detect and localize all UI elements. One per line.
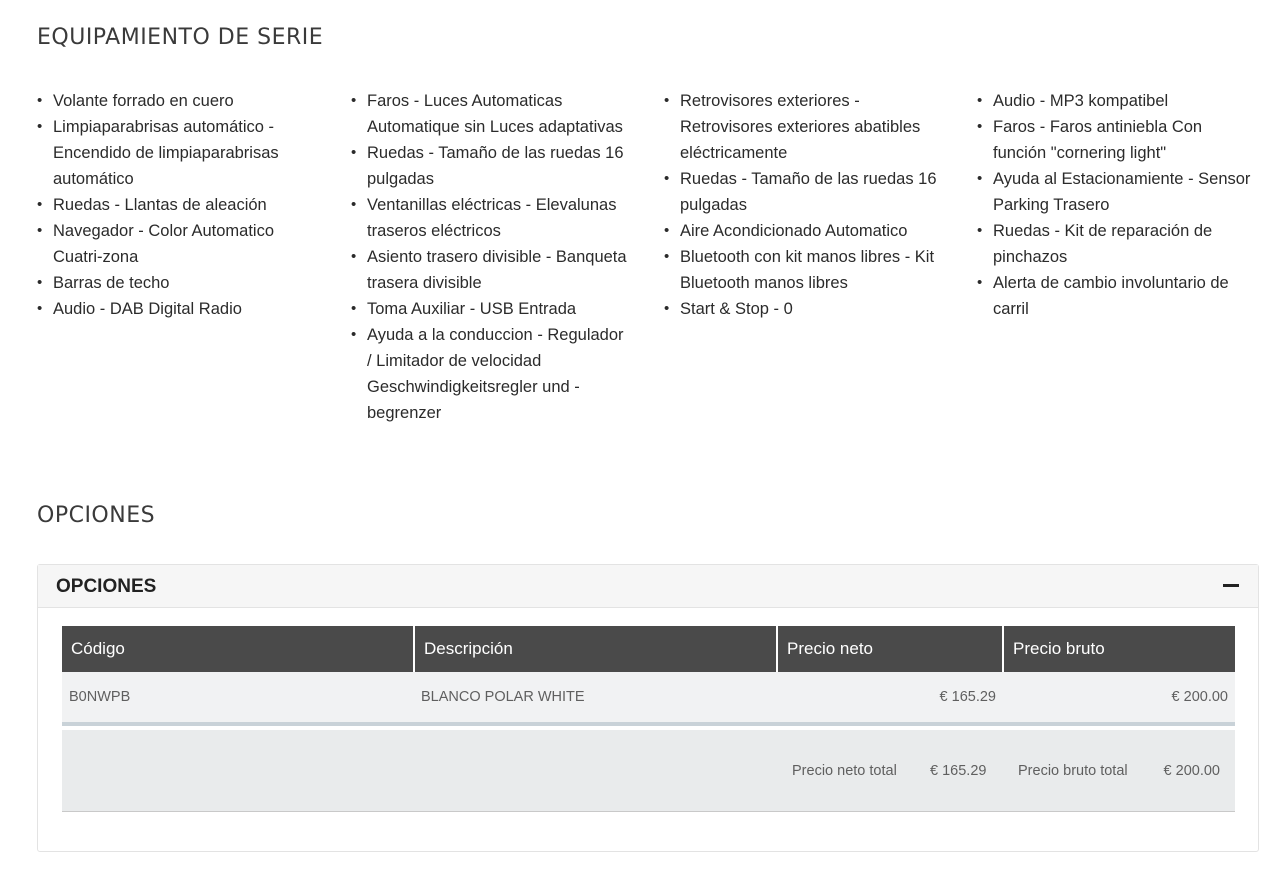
- column-header-code: Código: [62, 626, 415, 672]
- option-code: B0NWPB: [62, 672, 414, 726]
- net-total-value: € 165.29: [930, 763, 987, 779]
- table-header-row: Código Descripción Precio neto Precio br…: [62, 626, 1235, 672]
- gross-total-label: Precio bruto total: [1018, 763, 1128, 779]
- options-panel-title: OPCIONES: [56, 576, 157, 597]
- equipment-item: Ruedas - Llantas de aleación: [37, 192, 315, 218]
- equipment-item: Ruedas - Tamaño de las ruedas 16 pulgada…: [664, 166, 942, 218]
- option-gross-price: € 200.00: [1003, 672, 1235, 726]
- equipment-item: Ruedas - Kit de reparación de pinchazos: [977, 218, 1255, 270]
- equipment-item: Asiento trasero divisible - Banqueta tra…: [351, 244, 629, 296]
- gross-total-value: € 200.00: [1163, 763, 1220, 779]
- options-panel: OPCIONES Código Descripción Precio neto …: [37, 564, 1259, 852]
- column-header-description: Descripción: [414, 626, 778, 672]
- equipment-item: Audio - MP3 kompatibel: [977, 88, 1255, 114]
- equipment-item: Barras de techo: [37, 270, 315, 296]
- options-section-title: OPCIONES: [37, 503, 156, 528]
- net-total-label: Precio neto total: [792, 763, 897, 779]
- equipment-column-3: Retrovisores exteriores - Retrovisores e…: [664, 88, 942, 322]
- equipment-item: Alerta de cambio involuntario de carril: [977, 270, 1255, 322]
- equipment-item: Limpiaparabrisas automático - Encendido …: [37, 114, 315, 192]
- table-row: B0NWPB BLANCO POLAR WHITE € 165.29 € 200…: [62, 672, 1235, 726]
- equipment-column-4: Audio - MP3 kompatibel Faros - Faros ant…: [977, 88, 1255, 322]
- equipment-item: Ayuda al Estacionamiente - Sensor Parkin…: [977, 166, 1255, 218]
- equipment-item: Ventanillas eléctricas - Elevalunas tras…: [351, 192, 629, 244]
- options-panel-header[interactable]: OPCIONES: [38, 565, 1258, 608]
- equipment-item: Retrovisores exteriores - Retrovisores e…: [664, 88, 942, 166]
- equipment-item: Bluetooth con kit manos libres - Kit Blu…: [664, 244, 942, 296]
- equipment-item: Volante forrado en cuero: [37, 88, 315, 114]
- equipment-item: Audio - DAB Digital Radio: [37, 296, 315, 322]
- option-net-price: € 165.29: [777, 672, 1003, 726]
- equipment-item: Toma Auxiliar - USB Entrada: [351, 296, 629, 322]
- column-header-net-price: Precio neto: [777, 626, 1004, 672]
- standard-equipment-title: EQUIPAMIENTO DE SERIE: [37, 25, 324, 50]
- equipment-item: Faros - Faros antiniebla Con función "co…: [977, 114, 1255, 166]
- equipment-item: Ayuda a la conduccion - Regulador / Limi…: [351, 322, 629, 426]
- totals-row: Precio neto total € 165.29 Precio bruto …: [62, 730, 1235, 812]
- equipment-column-2: Faros - Luces Automaticas Automatique si…: [351, 88, 629, 426]
- equipment-item: Aire Acondicionado Automatico: [664, 218, 942, 244]
- option-description: BLANCO POLAR WHITE: [414, 672, 777, 726]
- equipment-item: Ruedas - Tamaño de las ruedas 16 pulgada…: [351, 140, 629, 192]
- minus-icon[interactable]: [1222, 576, 1240, 594]
- options-table: Código Descripción Precio neto Precio br…: [62, 626, 1235, 726]
- column-header-gross-price: Precio bruto: [1003, 626, 1235, 672]
- equipment-item: Faros - Luces Automaticas Automatique si…: [351, 88, 629, 140]
- equipment-item: Start & Stop - 0: [664, 296, 942, 322]
- equipment-item: Navegador - Color Automatico Cuatri-zona: [37, 218, 315, 270]
- equipment-column-1: Volante forrado en cuero Limpiaparabrisa…: [37, 88, 315, 322]
